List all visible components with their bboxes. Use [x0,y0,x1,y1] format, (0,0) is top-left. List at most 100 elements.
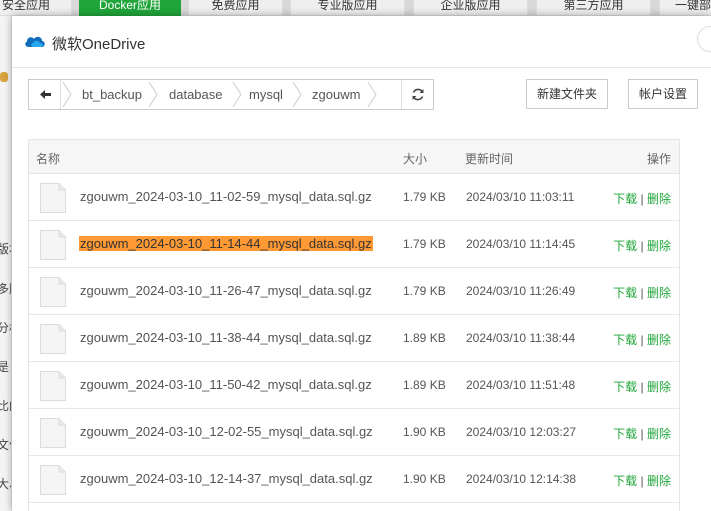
breadcrumb-separator-icon [148,82,158,107]
file-size: 1.90 KB [403,472,446,486]
header-updated-time: 更新时间 [465,152,514,166]
file-updated-time: 2024/03/10 11:51:48 [466,378,576,392]
bg-fragment: 大、 [0,475,11,492]
table-row: zgouwm_2024-03-10_11-38-44_mysql_data.sq… [29,315,679,362]
header-action: 操作 [646,152,671,166]
file-name-link[interactable]: zgouwm_2024-03-10_11-50-42_mysql_data.sq… [80,377,372,392]
download-link[interactable]: 下载 [613,380,637,394]
refresh-icon [412,88,424,101]
refresh-button[interactable] [401,80,433,109]
file-name-link[interactable]: zgouwm_2024-03-10_12-02-55_mysql_data.sq… [80,424,373,439]
file-updated-time: 2024/03/10 11:38:44 [466,331,576,345]
table-row: zgouwm_2024-03-10_11-50-42_mysql_data.sq… [29,362,679,409]
action-separator: | [640,286,644,300]
file-name-link[interactable]: zgouwm_2024-03-10_12-14-37_mysql_data.sq… [80,471,373,486]
bg-fragment: 版本 [0,240,11,257]
table-row: zgouwm_2024-03-10_12-02-55_mysql_data.sq… [29,409,679,456]
arrow-left-icon [40,90,51,99]
row-actions: 下载 | 删除 [613,425,671,442]
file-icon [40,324,66,354]
file-icon [40,371,66,401]
bg-hand-icon [0,72,8,82]
action-separator: | [640,427,644,441]
bg-fragment: 是 [0,358,9,375]
file-updated-time: 2024/03/10 12:03:27 [466,425,577,439]
download-link[interactable]: 下载 [613,333,637,347]
bg-fragment: 比的 [0,397,11,414]
file-updated-time: 2024/03/10 11:14:45 [466,237,576,251]
file-updated-time: 2024/03/10 11:26:49 [466,284,576,298]
breadcrumb-item-mysql[interactable]: mysql [249,80,283,109]
background-tab-bar: 安全应用 Docker应用 免费应用 专业版应用 企业版应用 第三方应用 一键部… [0,0,711,16]
bg-tab-docker[interactable]: Docker应用 [79,0,181,16]
header-name: 名称 [36,152,61,166]
breadcrumb-separator-icon [232,82,242,107]
download-link[interactable]: 下载 [613,192,637,206]
dialog-title: 微软OneDrive [52,36,146,53]
table-row: zgouwm_2024-03-10_12-14-37_mysql_data.sq… [29,456,679,503]
download-link[interactable]: 下载 [613,286,637,300]
delete-link[interactable]: 删除 [647,427,671,441]
file-name-link[interactable]: zgouwm_2024-03-10_11-14-44_mysql_data.sq… [79,236,373,251]
bg-tab-pro[interactable]: 专业版应用 [290,0,405,16]
delete-link[interactable]: 删除 [647,192,671,206]
breadcrumb-separator-icon [62,82,72,107]
download-link[interactable]: 下载 [613,474,637,488]
delete-link[interactable]: 删除 [647,474,671,488]
breadcrumb-separator-icon [292,82,302,107]
action-separator: | [640,380,644,394]
file-size: 1.89 KB [403,378,446,392]
breadcrumb-item-zgouwm[interactable]: zgouwm [312,80,360,109]
file-size: 1.89 KB [403,331,446,345]
breadcrumb-item-database[interactable]: database [169,80,223,109]
delete-link[interactable]: 删除 [647,286,671,300]
row-actions: 下载 | 删除 [613,472,671,489]
row-actions: 下载 | 删除 [613,237,671,254]
back-button[interactable] [29,80,61,109]
table-row: zgouwm_2024-03-10_11-14-44_mysql_data.sq… [29,221,679,268]
bg-tab-one-click[interactable]: 一键部署 [659,0,711,16]
delete-link[interactable]: 删除 [647,380,671,394]
new-folder-button[interactable]: 新建文件夹 [526,79,608,109]
onedrive-cloud-icon [25,36,45,47]
file-icon [40,418,66,448]
header-size: 大小 [403,152,428,166]
file-size: 1.79 KB [403,237,446,251]
row-actions: 下载 | 删除 [613,331,671,348]
close-button[interactable] [697,26,711,52]
file-size: 1.79 KB [403,190,446,204]
file-name-link[interactable]: zgouwm_2024-03-10_11-26-47_mysql_data.sq… [80,283,372,298]
bg-tab-thirdparty[interactable]: 第三方应用 [536,0,651,16]
onedrive-dialog: 微软OneDrive bt_backup database mysql zgou… [12,16,711,511]
file-size: 1.79 KB [403,284,446,298]
file-icon [40,277,66,307]
file-icon [40,230,66,260]
bg-tab-security[interactable]: 安全应用 [0,0,72,16]
file-name-link[interactable]: zgouwm_2024-03-10_11-38-44_mysql_data.sq… [80,330,372,345]
file-icon [40,465,66,495]
path-breadcrumb: bt_backup database mysql zgouwm [28,79,434,110]
bg-fragment: 分析 [0,319,11,336]
breadcrumb-separator-icon [367,82,377,107]
table-row: zgouwm_2024-03-10_11-02-59_mysql_data.sq… [29,174,679,221]
action-separator: | [640,239,644,253]
action-separator: | [640,474,644,488]
row-actions: 下载 | 删除 [613,190,671,207]
file-table: 名称 大小 更新时间 操作 zgouwm_2024-03-10_11-02-59… [28,139,680,511]
delete-link[interactable]: 删除 [647,333,671,347]
account-settings-button[interactable]: 帐户设置 [628,79,698,109]
breadcrumb-item-bt-backup[interactable]: bt_backup [82,80,142,109]
bg-tab-free[interactable]: 免费应用 [188,0,283,16]
row-actions: 下载 | 删除 [613,284,671,301]
file-size: 1.90 KB [403,425,446,439]
row-actions: 下载 | 删除 [613,378,671,395]
file-updated-time: 2024/03/10 12:14:38 [466,472,577,486]
table-row: zgouwm_2024-03-10_11-26-47_mysql_data.sq… [29,268,679,315]
download-link[interactable]: 下载 [613,239,637,253]
file-updated-time: 2024/03/10 11:03:11 [466,190,575,204]
bg-tab-enterprise[interactable]: 企业版应用 [413,0,528,16]
file-name-link[interactable]: zgouwm_2024-03-10_11-02-59_mysql_data.sq… [80,189,372,204]
delete-link[interactable]: 删除 [647,239,671,253]
bg-fragment: 文件 [0,436,11,453]
download-link[interactable]: 下载 [613,427,637,441]
